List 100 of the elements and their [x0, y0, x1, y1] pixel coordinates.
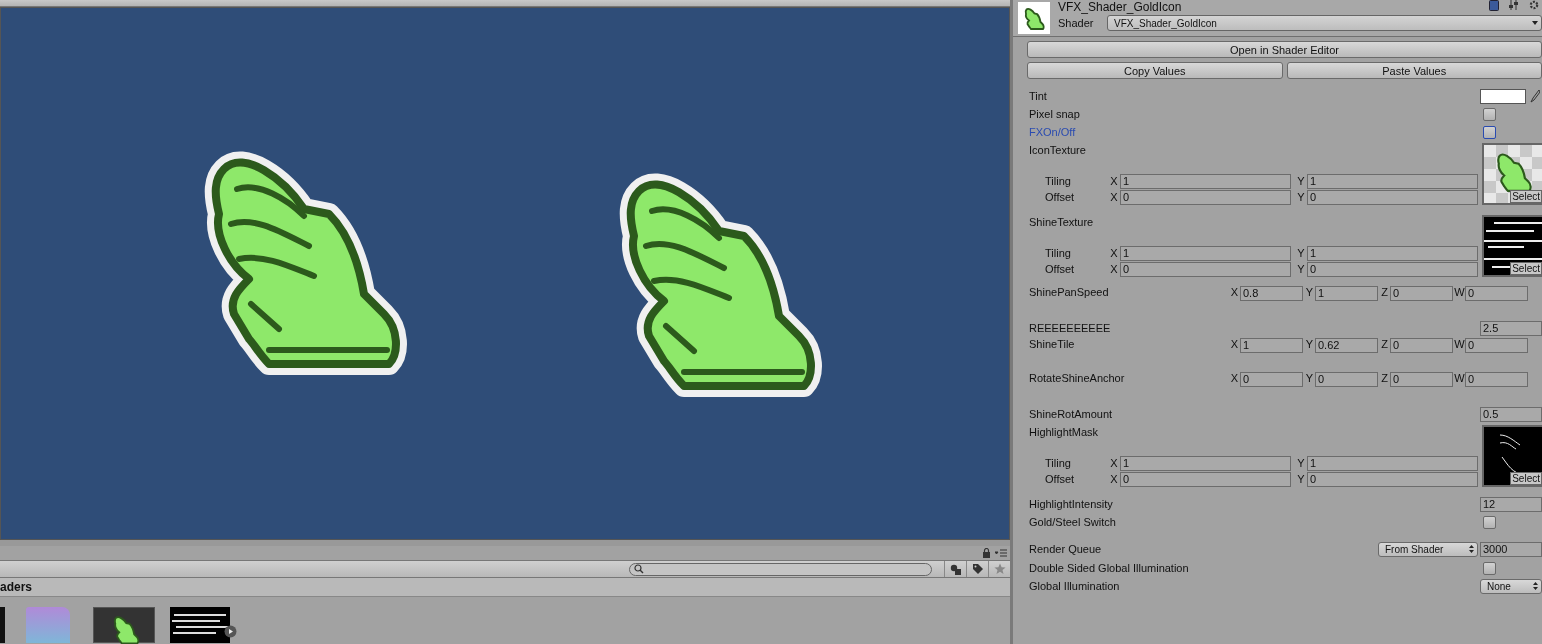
number-field[interactable]: 0 — [1390, 338, 1453, 353]
axis-label: X — [1109, 473, 1119, 485]
number-field[interactable]: 0 — [1307, 189, 1478, 205]
material-preview — [1018, 2, 1050, 34]
texture-slot[interactable]: Select — [1482, 425, 1542, 487]
axis-label: X — [1109, 191, 1119, 203]
property-label: Global Illumination — [1029, 580, 1121, 592]
number-field[interactable]: 0 — [1390, 372, 1453, 387]
settings-icon[interactable] — [1529, 0, 1539, 10]
axis-label: X — [1109, 175, 1119, 187]
menu-icon[interactable] — [995, 549, 1007, 557]
property-label: Pixel snap — [1029, 108, 1081, 120]
asset-thumbnail[interactable] — [170, 607, 230, 643]
axis-label: Y — [1296, 263, 1306, 275]
number-field[interactable]: 0.8 — [1240, 286, 1303, 301]
number-field[interactable]: 1 — [1240, 338, 1303, 353]
number-field[interactable]: 2.5 — [1480, 320, 1542, 336]
axis-label: Y — [1296, 175, 1306, 187]
book-icon[interactable] — [1489, 0, 1499, 11]
search-field[interactable] — [629, 562, 932, 576]
select-button[interactable]: Select — [1510, 262, 1542, 275]
values-button[interactable]: Copy Values — [1027, 62, 1283, 79]
field-label: Tiling — [1044, 247, 1072, 259]
caret-icon — [1532, 21, 1538, 25]
lock-icon[interactable] — [982, 548, 991, 558]
select-button[interactable]: Select — [1510, 472, 1542, 485]
eyedropper-icon[interactable] — [1530, 89, 1540, 103]
texture-slot[interactable]: Select — [1482, 215, 1542, 277]
checkbox[interactable] — [1483, 561, 1496, 575]
number-field[interactable]: 1 — [1315, 286, 1378, 301]
number-field[interactable]: 1 — [1120, 173, 1291, 189]
property-label: ShineRotAmount — [1029, 408, 1114, 420]
axis-label: Y — [1296, 247, 1306, 259]
number-field[interactable]: 3000 — [1480, 541, 1542, 557]
number-field[interactable]: 0 — [1120, 261, 1291, 277]
updown-icon — [1533, 582, 1538, 590]
asset-thumbnail[interactable] — [93, 607, 155, 643]
checkbox[interactable] — [1483, 107, 1496, 121]
number-field[interactable]: 1 — [1307, 173, 1478, 189]
number-field[interactable]: 0 — [1465, 372, 1528, 387]
axis-label: W — [1454, 338, 1465, 350]
axis-label: X — [1109, 247, 1119, 259]
property-label: Tint — [1029, 90, 1048, 102]
queue-dropdown[interactable]: From Shader — [1378, 541, 1478, 557]
breadcrumb-folder[interactable]: aders — [0, 580, 33, 594]
number-field[interactable]: 0.5 — [1480, 406, 1542, 422]
number-field[interactable]: 1 — [1120, 455, 1291, 471]
axis-label: X — [1109, 457, 1119, 469]
number-field[interactable]: 0 — [1465, 286, 1528, 301]
checkbox[interactable] — [1483, 515, 1496, 529]
field-label: Offset — [1044, 191, 1076, 203]
number-field[interactable]: 1 — [1120, 245, 1291, 261]
asset-thumbnail[interactable] — [26, 607, 70, 643]
shader-dropdown[interactable]: VFX_Shader_GoldIcon — [1107, 15, 1542, 31]
select-button[interactable]: Select — [1510, 190, 1542, 203]
axis-label: X — [1229, 286, 1240, 298]
field-label: Tiling — [1044, 175, 1072, 187]
property-label: ShinePanSpeed — [1029, 286, 1110, 298]
sliders-icon[interactable] — [1509, 0, 1519, 10]
property-label: Gold/Steel Switch — [1029, 516, 1117, 528]
number-field[interactable]: 0 — [1120, 189, 1291, 205]
axis-label: Y — [1296, 457, 1306, 469]
search-icon — [634, 564, 644, 574]
number-field[interactable]: 0 — [1120, 471, 1291, 487]
axis-label: Y — [1296, 473, 1306, 485]
number-field[interactable]: 1 — [1307, 245, 1478, 261]
material-title: VFX_Shader_GoldIcon — [1058, 0, 1182, 14]
star-icon — [993, 563, 1006, 575]
number-field[interactable]: 0 — [1307, 471, 1478, 487]
number-field[interactable]: 0.62 — [1315, 338, 1378, 353]
illumination-dropdown[interactable]: None — [1480, 578, 1542, 594]
asset-thumbnail[interactable] — [0, 607, 5, 643]
property-label: HighlightIntensity — [1029, 498, 1114, 510]
axis-label: W — [1454, 286, 1465, 298]
number-field[interactable]: 0 — [1465, 338, 1528, 353]
shader-label: Shader — [1058, 17, 1095, 29]
checkbox[interactable] — [1483, 125, 1496, 139]
property-label: IconTexture — [1029, 143, 1087, 158]
color-swatch[interactable] — [1480, 88, 1526, 104]
number-field[interactable]: 0 — [1240, 372, 1303, 387]
texture-slot[interactable]: Select — [1482, 143, 1542, 205]
number-field[interactable]: 0 — [1390, 286, 1453, 301]
property-label: REEEEEEEEEE — [1029, 322, 1112, 334]
tag-icon — [971, 563, 984, 575]
axis-label: Y — [1296, 191, 1306, 203]
number-field[interactable]: 1 — [1307, 455, 1478, 471]
number-field[interactable]: 0 — [1307, 261, 1478, 277]
values-button[interactable]: Paste Values — [1286, 62, 1542, 79]
number-field[interactable]: 12 — [1480, 496, 1542, 512]
property-label: Render Queue — [1029, 543, 1103, 555]
axis-label: Z — [1380, 286, 1389, 298]
property-label: ShineTile — [1029, 338, 1076, 350]
property-label: RotateShineAnchor — [1029, 372, 1126, 384]
axis-label: Y — [1304, 372, 1315, 384]
axis-label: X — [1229, 338, 1240, 350]
number-field[interactable]: 0 — [1315, 372, 1378, 387]
shapes-icon — [949, 563, 962, 575]
play-icon[interactable] — [224, 625, 237, 638]
property-label: FXOn/Off — [1029, 126, 1077, 138]
open-shader-editor-button[interactable]: Open in Shader Editor — [1027, 41, 1542, 58]
